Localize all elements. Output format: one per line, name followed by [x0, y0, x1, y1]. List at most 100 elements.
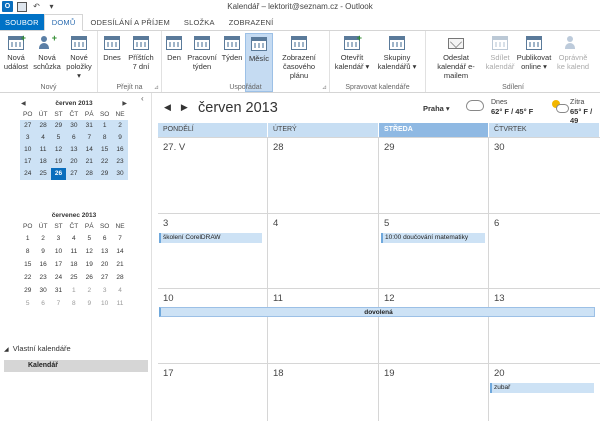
date-navigator-day[interactable]: 6 — [66, 132, 82, 144]
date-navigator-day[interactable]: 7 — [112, 232, 127, 245]
tab-view[interactable]: ZOBRAZENÍ — [222, 14, 281, 30]
date-navigator-day[interactable]: 15 — [20, 258, 35, 271]
date-navigator-day[interactable]: 17 — [51, 258, 66, 271]
date-navigator-day[interactable]: 5 — [82, 232, 97, 245]
date-navigator-day[interactable]: 18 — [35, 156, 51, 168]
weather-city-dropdown[interactable]: Praha ▾ — [423, 104, 450, 113]
date-navigator-day[interactable]: 1 — [96, 120, 113, 132]
date-navigator-day[interactable]: 24 — [51, 271, 66, 284]
date-navigator-day[interactable]: 26 — [82, 271, 97, 284]
date-navigator-day[interactable]: 28 — [81, 168, 97, 180]
date-navigator-day[interactable]: 11 — [66, 245, 81, 258]
date-navigator-day[interactable]: 27 — [20, 120, 36, 132]
date-navigator-day[interactable]: 5 — [50, 132, 67, 144]
arrange-launcher-icon[interactable]: ⊿ — [322, 84, 327, 91]
date-navigator-day[interactable]: 3 — [97, 284, 112, 297]
event-corel-training[interactable]: školení CorelDRAW — [159, 233, 262, 243]
date-navigator-day[interactable]: 2 — [35, 232, 50, 245]
date-navigator-day[interactable]: 20 — [97, 258, 112, 271]
day-cell[interactable]: 12 — [379, 289, 489, 363]
date-navigator-day[interactable]: 8 — [96, 132, 113, 144]
date-navigator-day[interactable]: 30 — [112, 168, 128, 180]
date-navigator-day[interactable]: 4 — [35, 132, 51, 144]
date-navigator-day[interactable]: 18 — [66, 258, 81, 271]
day-cell[interactable]: 11 — [268, 289, 379, 363]
date-navigator-day[interactable]: 3 — [20, 132, 36, 144]
day-cell[interactable]: 30 — [489, 138, 600, 213]
date-navigator-day[interactable]: 24 — [20, 168, 36, 180]
day-cell[interactable]: 10 — [158, 289, 268, 363]
date-navigator-day[interactable]: 28 — [35, 120, 51, 132]
date-navigator-day[interactable]: 19 — [50, 156, 67, 168]
tab-file[interactable]: SOUBOR — [0, 14, 44, 30]
date-navigator-day[interactable]: 5 — [20, 297, 35, 310]
date-navigator-day[interactable]: 1 — [20, 232, 35, 245]
date-navigator-day[interactable]: 13 — [97, 245, 112, 258]
date-navigator-day[interactable]: 6 — [35, 297, 50, 310]
date-navigator-day[interactable]: 9 — [112, 132, 128, 144]
day-cell[interactable]: 4 — [268, 214, 379, 288]
date-navigator-day[interactable]: 12 — [82, 245, 97, 258]
day-cell[interactable]: 13 — [489, 289, 600, 363]
day-cell[interactable]: 20 zubař — [489, 364, 600, 421]
day-cell[interactable]: 19 — [379, 364, 489, 421]
date-navigator-day[interactable]: 29 — [96, 168, 113, 180]
date-navigator-day[interactable]: 31 — [81, 120, 97, 132]
date-navigator-day[interactable]: 30 — [35, 284, 50, 297]
day-cell[interactable]: 3 školení CorelDRAW — [158, 214, 268, 288]
date-navigator-day[interactable]: 10 — [51, 245, 66, 258]
calendar-list-item[interactable]: Kalendář — [4, 360, 148, 372]
my-calendars-section[interactable]: ◢ Vlastní kalendáře — [4, 344, 71, 353]
date-navigator-day[interactable]: 11 — [35, 144, 51, 156]
date-navigator-day[interactable]: 11 — [112, 297, 127, 310]
day-cell[interactable]: 29 — [379, 138, 489, 213]
date-navigator-day[interactable]: 9 — [82, 297, 97, 310]
date-navigator-day[interactable]: 21 — [112, 258, 127, 271]
tab-folder[interactable]: SLOŽKA — [177, 14, 222, 30]
date-navigator-day[interactable]: 3 — [51, 232, 66, 245]
date-navigator-day[interactable]: 22 — [96, 156, 113, 168]
date-navigator-day[interactable]: 25 — [35, 168, 51, 180]
date-navigator-day[interactable]: 13 — [66, 144, 82, 156]
date-navigator-day[interactable]: 7 — [51, 297, 66, 310]
event-vacation[interactable]: dovolená — [159, 307, 595, 317]
event-math-tutoring[interactable]: 10:00 doučování matematiky — [381, 233, 485, 243]
date-navigator-day[interactable]: 14 — [112, 245, 127, 258]
date-navigator-day[interactable]: 8 — [66, 297, 81, 310]
date-navigator-day[interactable]: 6 — [97, 232, 112, 245]
date-navigator-day[interactable]: 27 — [66, 168, 82, 180]
date-navigator-day[interactable]: 23 — [35, 271, 50, 284]
day-cell[interactable]: 18 — [268, 364, 379, 421]
date-navigator-day[interactable]: 28 — [112, 271, 127, 284]
goto-launcher-icon[interactable]: ⊿ — [154, 84, 159, 91]
date-navigator-day[interactable]: 19 — [82, 258, 97, 271]
date-navigator-day[interactable]: 4 — [66, 232, 81, 245]
date-navigator-day[interactable]: 25 — [66, 271, 81, 284]
date-navigator-day[interactable]: 10 — [97, 297, 112, 310]
date-navigator-day[interactable]: 16 — [112, 144, 128, 156]
prev-month-button-icon[interactable]: ◀ — [164, 102, 171, 113]
date-navigator-day[interactable]: 16 — [35, 258, 50, 271]
event-dentist[interactable]: zubař — [490, 383, 594, 393]
day-cell[interactable]: 17 — [158, 364, 268, 421]
date-navigator-day[interactable]: 15 — [96, 144, 113, 156]
day-cell[interactable]: 27. V — [158, 138, 268, 213]
tab-home[interactable]: DOMŮ — [43, 14, 84, 31]
date-navigator-day[interactable]: 8 — [20, 245, 35, 258]
date-navigator-day[interactable]: 26 — [50, 168, 67, 180]
date-navigator-day[interactable]: 1 — [66, 284, 81, 297]
date-navigator-day[interactable]: 29 — [50, 120, 67, 132]
next-month-icon[interactable]: ▶ — [121, 100, 128, 107]
day-cell[interactable]: 5 10:00 doučování matematiky — [379, 214, 489, 288]
prev-month-icon[interactable]: ◀ — [20, 100, 27, 107]
date-navigator-day[interactable]: 30 — [66, 120, 82, 132]
date-navigator-day[interactable]: 21 — [81, 156, 97, 168]
date-navigator-day[interactable]: 14 — [81, 144, 97, 156]
date-navigator-day[interactable]: 10 — [20, 144, 36, 156]
date-navigator-day[interactable]: 4 — [112, 284, 127, 297]
date-navigator-day[interactable]: 27 — [97, 271, 112, 284]
date-navigator-day[interactable]: 7 — [81, 132, 97, 144]
collapse-pane-icon[interactable]: ‹ — [141, 94, 144, 103]
date-navigator-day[interactable]: 29 — [20, 284, 35, 297]
date-navigator-day[interactable]: 17 — [20, 156, 36, 168]
